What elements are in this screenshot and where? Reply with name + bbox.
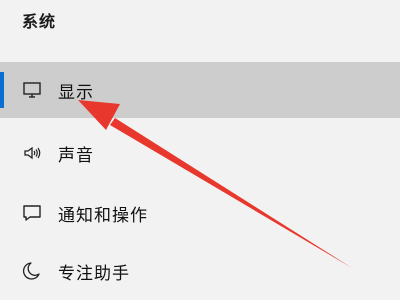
notification-icon	[23, 205, 41, 221]
sidebar-item-notifications[interactable]: 通知和操作	[0, 185, 400, 241]
sidebar-item-focus-assist[interactable]: 专注助手	[0, 243, 400, 299]
sidebar-item-label: 声音	[58, 146, 94, 166]
page-title: 系统	[22, 12, 57, 31]
sidebar-item-label: 通知和操作	[58, 206, 148, 226]
moon-icon	[22, 262, 40, 280]
sidebar-item-sound[interactable]: 声音	[0, 125, 400, 181]
sidebar-item-label: 显示	[58, 83, 94, 103]
sidebar-item-display[interactable]: 显示	[0, 62, 400, 118]
settings-nav-panel: 系统 显示 声音 通知和操作 专注助手	[0, 0, 400, 300]
speaker-icon	[24, 146, 41, 160]
monitor-icon	[23, 82, 41, 98]
sidebar-item-label: 专注助手	[58, 264, 130, 284]
